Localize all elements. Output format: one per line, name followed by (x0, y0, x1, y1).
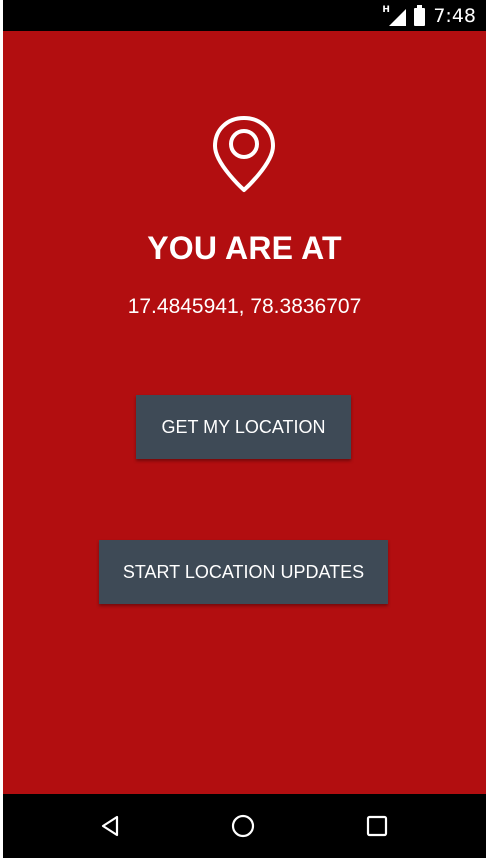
back-icon (101, 815, 119, 837)
location-heading: YOU ARE AT (147, 230, 342, 266)
battery-icon (414, 4, 426, 26)
phone-screen: H 7:48 YOU ARE AT 17.4845941, 78.3836707… (3, 0, 486, 858)
signal-indicator: H (382, 5, 407, 26)
location-pin-icon (213, 116, 275, 192)
status-bar: H 7:48 (3, 0, 486, 31)
recent-apps-button[interactable] (361, 810, 393, 842)
home-button[interactable] (227, 810, 259, 842)
signal-icon (389, 8, 407, 26)
get-my-location-button[interactable]: GET MY LOCATION (136, 395, 351, 459)
home-icon (231, 814, 255, 838)
app-content: YOU ARE AT 17.4845941, 78.3836707 GET MY… (3, 31, 486, 794)
status-time: 7:48 (433, 4, 476, 27)
navigation-bar (3, 794, 486, 858)
back-button[interactable] (94, 810, 126, 842)
status-icons: H 7:48 (382, 0, 476, 31)
start-location-updates-button[interactable]: START LOCATION UPDATES (99, 540, 388, 604)
coordinates-text: 17.4845941, 78.3836707 (127, 295, 362, 318)
recent-apps-icon (366, 815, 388, 837)
